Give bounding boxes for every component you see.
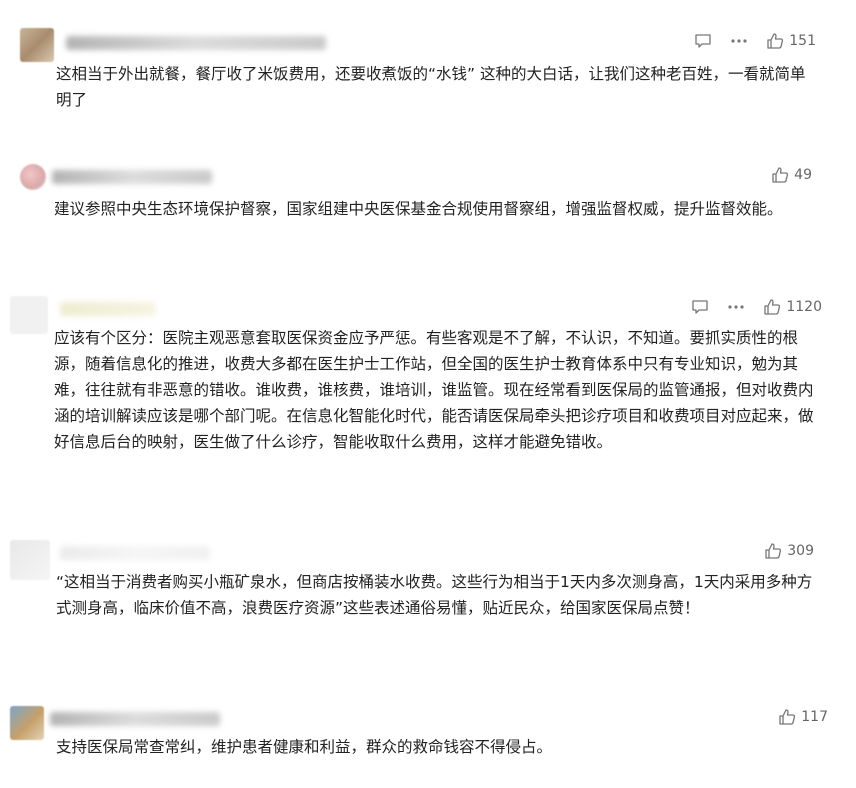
username[interactable] (66, 36, 326, 50)
username[interactable] (52, 170, 212, 184)
thumbs-up-icon (766, 32, 784, 50)
like-button[interactable]: 151 (766, 32, 816, 50)
thumbs-up-icon (764, 542, 782, 560)
comment-text: 支持医保局常查常纠，维护患者健康和利益，群众的救命钱容不得侵占。 (56, 738, 553, 756)
comment-actions: 1120 (691, 298, 822, 316)
like-count: 49 (794, 167, 812, 183)
avatar[interactable] (20, 28, 54, 62)
comment-actions: 49 (771, 166, 812, 184)
comment-actions: 117 (778, 708, 828, 726)
comment-bubble-icon[interactable] (694, 33, 712, 49)
like-count: 117 (801, 709, 828, 725)
comment-text: 这相当于外出就餐，餐厅收了米饭费用，还要收煮饭的“水钱” 这种的大白话，让我们这… (56, 65, 806, 109)
comment-actions: 151 (694, 32, 816, 50)
avatar[interactable] (10, 706, 44, 740)
comment-text: 应该有个区分：医院主观恶意套取医保资金应予严惩。有些客观是不了解，不认识，不知道… (54, 329, 814, 451)
like-button[interactable]: 49 (771, 166, 812, 184)
like-count: 151 (789, 33, 816, 49)
avatar[interactable] (10, 540, 50, 580)
avatar[interactable] (20, 164, 46, 190)
comment-bubble-icon[interactable] (691, 299, 709, 315)
thumbs-up-icon (771, 166, 789, 184)
avatar[interactable] (10, 296, 48, 334)
thumbs-up-icon (778, 708, 796, 726)
comment-text: “这相当于消费者购买小瓶矿泉水，但商店按桶装水收费。这些行为相当于1天内多次测身… (56, 573, 813, 617)
ellipsis-icon[interactable] (727, 304, 745, 310)
username[interactable] (50, 712, 220, 726)
like-button[interactable]: 1120 (763, 298, 822, 316)
like-button[interactable]: 117 (778, 708, 828, 726)
username[interactable] (60, 302, 156, 316)
comment-text: 建议参照中央生态环境保护督察，国家组建中央医保基金合规使用督察组，增强监督权威，… (54, 200, 783, 218)
like-button[interactable]: 309 (764, 542, 814, 560)
thumbs-up-icon (763, 298, 781, 316)
username[interactable] (60, 546, 210, 560)
like-count: 1120 (786, 299, 822, 315)
like-count: 309 (787, 543, 814, 559)
ellipsis-icon[interactable] (730, 38, 748, 44)
comment-actions: 309 (764, 542, 814, 560)
